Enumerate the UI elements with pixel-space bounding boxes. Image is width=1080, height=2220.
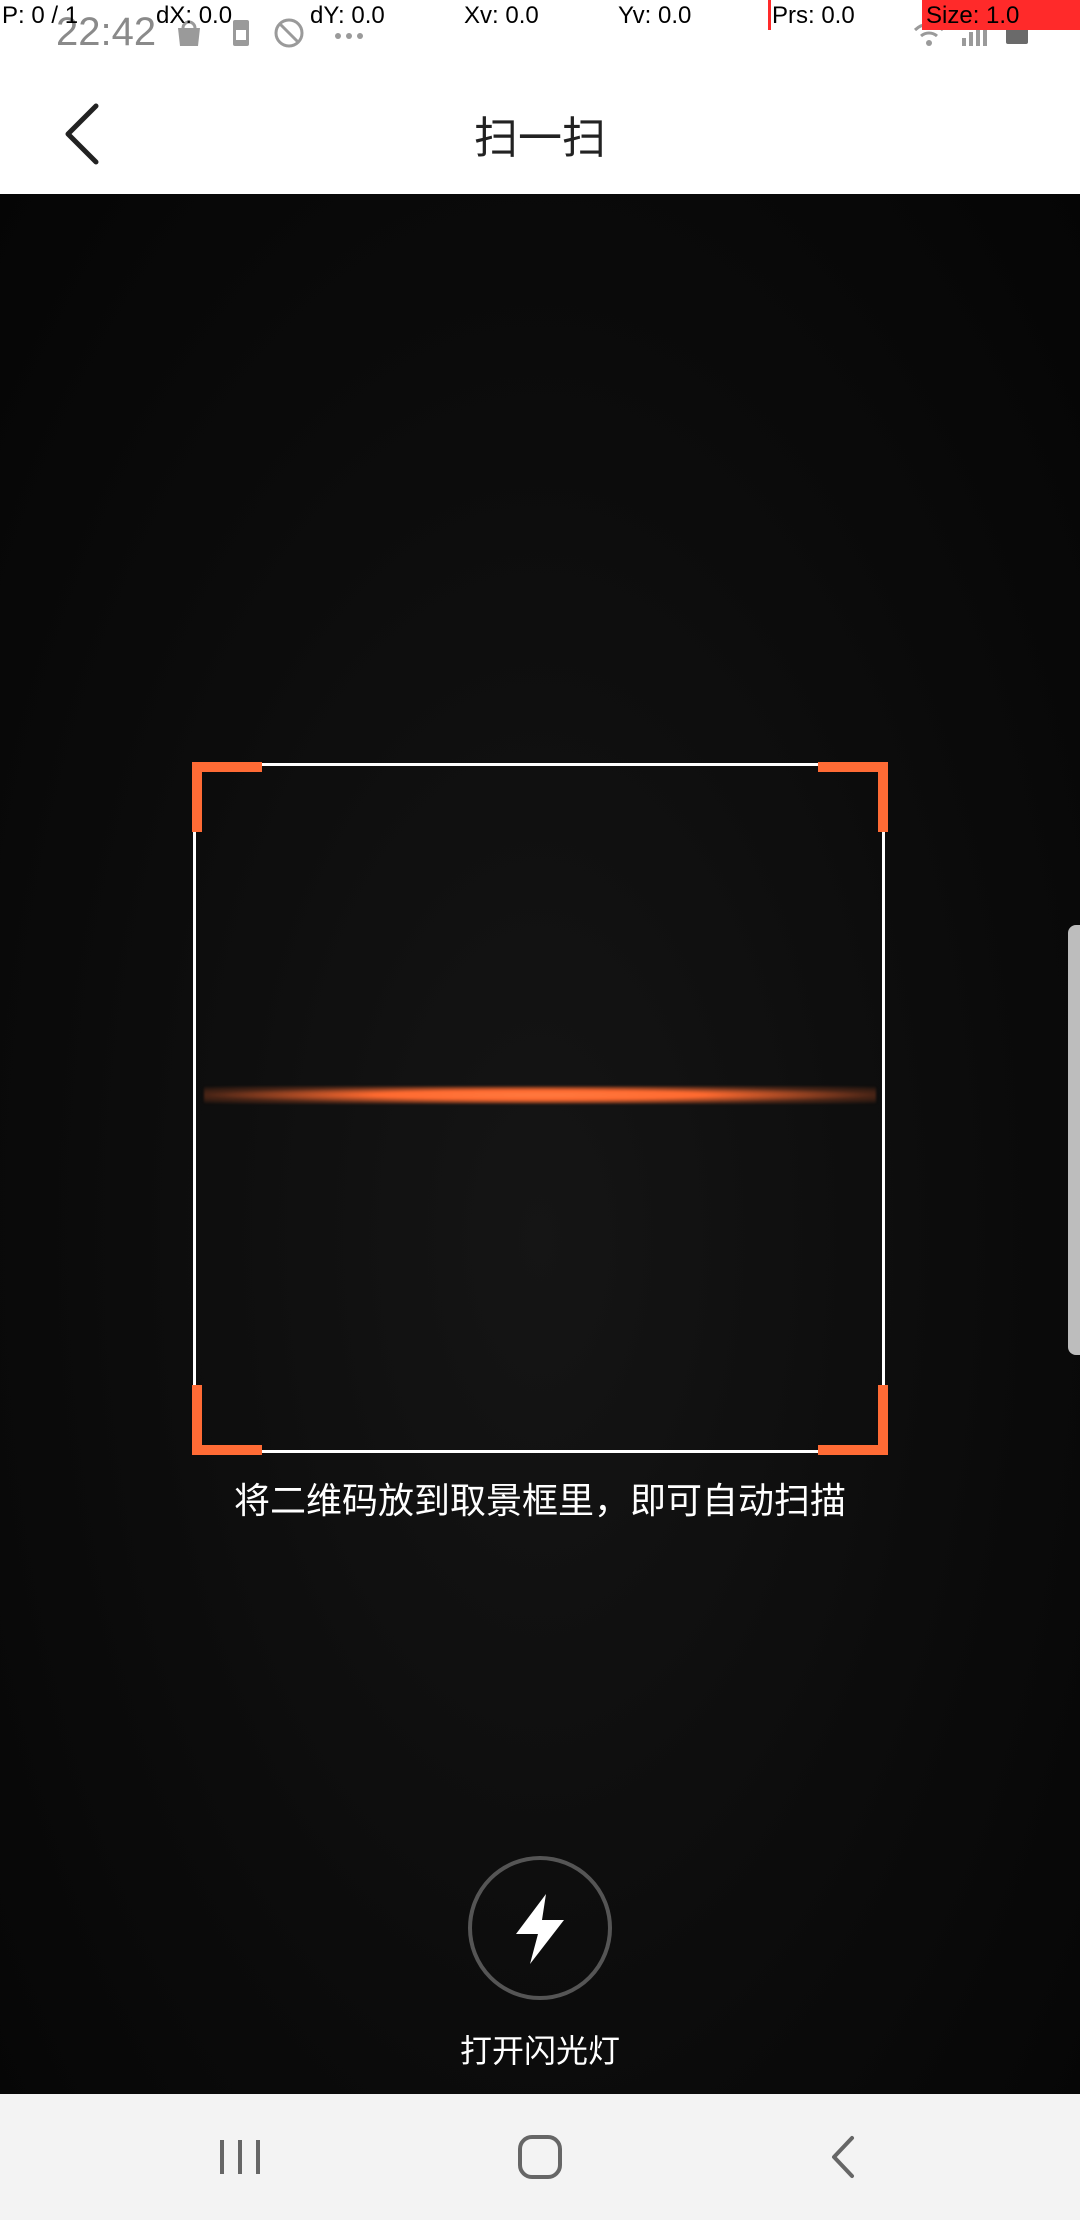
overlay-dx: dX: 0.0	[156, 2, 233, 29]
overlay-pointer-count: P: 0 / 1	[2, 2, 79, 29]
page-title: 扫一扫	[474, 113, 606, 164]
scan-corner-bottom-right	[818, 1385, 888, 1455]
flashlight-button[interactable]	[468, 1856, 612, 2000]
system-nav-bar	[0, 2094, 1080, 2220]
edge-panel-handle[interactable]	[1068, 925, 1080, 1355]
overlay-dy: dY: 0.0	[310, 2, 385, 29]
back-icon[interactable]	[804, 2124, 884, 2190]
pointer-location-overlay: P: 0 / 1 dX: 0.0 dY: 0.0 Xv: 0.0 Yv: 0.0…	[0, 0, 1080, 30]
scan-corner-bottom-left	[192, 1385, 262, 1455]
scan-frame	[193, 763, 885, 1453]
home-icon[interactable]	[500, 2124, 580, 2190]
scan-corner-top-right	[818, 762, 888, 832]
scan-hint: 将二维码放到取景框里，即可自动扫描	[233, 1481, 846, 1522]
flashlight-label: 打开闪光灯	[459, 2032, 620, 2070]
lightning-icon	[516, 1894, 564, 1964]
overlay-size: Size: 1.0	[926, 2, 1020, 29]
recents-icon[interactable]	[200, 2124, 280, 2190]
overlay-xv: Xv: 0.0	[464, 2, 539, 29]
scan-line	[204, 1086, 876, 1104]
overlay-yv: Yv: 0.0	[618, 2, 692, 29]
app-header: 扫一扫	[0, 72, 1080, 194]
overlay-divider	[768, 0, 771, 30]
overlay-prs: Prs: 0.0	[772, 2, 855, 29]
scan-corner-top-left	[192, 762, 262, 832]
